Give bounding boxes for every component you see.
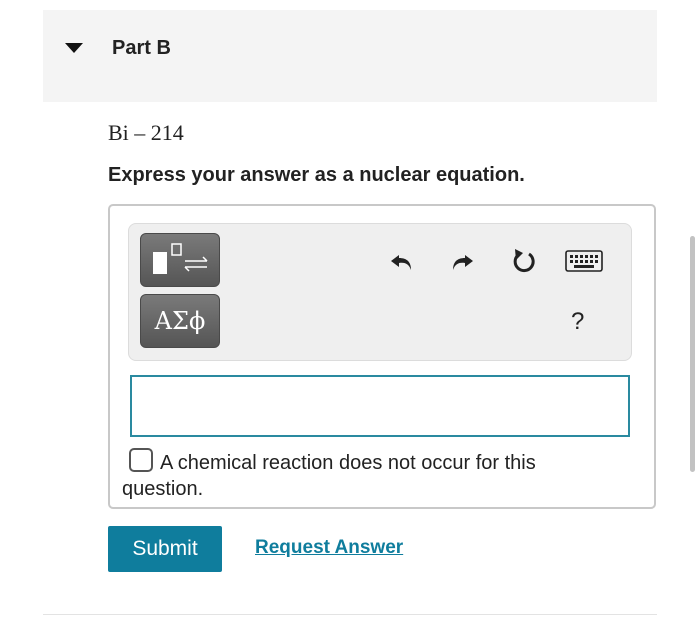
math-toolbar: ΑΣϕ ? bbox=[128, 223, 632, 361]
question-instruction: Express your answer as a nuclear equatio… bbox=[108, 164, 525, 186]
greek-symbols-button[interactable]: ΑΣϕ bbox=[140, 294, 220, 348]
scrollbar[interactable] bbox=[690, 236, 695, 472]
divider bbox=[43, 614, 657, 615]
redo-icon[interactable] bbox=[447, 246, 477, 276]
no-reaction-label[interactable]: A chemical reaction does not occur for t… bbox=[122, 450, 592, 502]
request-answer-link[interactable]: Request Answer bbox=[255, 537, 403, 559]
submit-button[interactable]: Submit bbox=[108, 526, 222, 572]
help-button[interactable]: ? bbox=[571, 308, 584, 336]
element-label: Bi – 214 bbox=[108, 120, 184, 145]
templates-button[interactable] bbox=[140, 233, 220, 287]
keyboard-icon[interactable] bbox=[565, 248, 603, 274]
caret-down-icon[interactable] bbox=[65, 43, 83, 53]
answer-box: ΑΣϕ ? A chemical reaction does not occur… bbox=[108, 204, 656, 509]
answer-input[interactable] bbox=[130, 375, 630, 437]
part-title: Part B bbox=[112, 37, 171, 59]
templates-icon bbox=[153, 243, 208, 274]
reset-icon[interactable] bbox=[509, 246, 539, 276]
part-header[interactable]: Part B bbox=[43, 10, 657, 102]
undo-icon[interactable] bbox=[387, 246, 417, 276]
